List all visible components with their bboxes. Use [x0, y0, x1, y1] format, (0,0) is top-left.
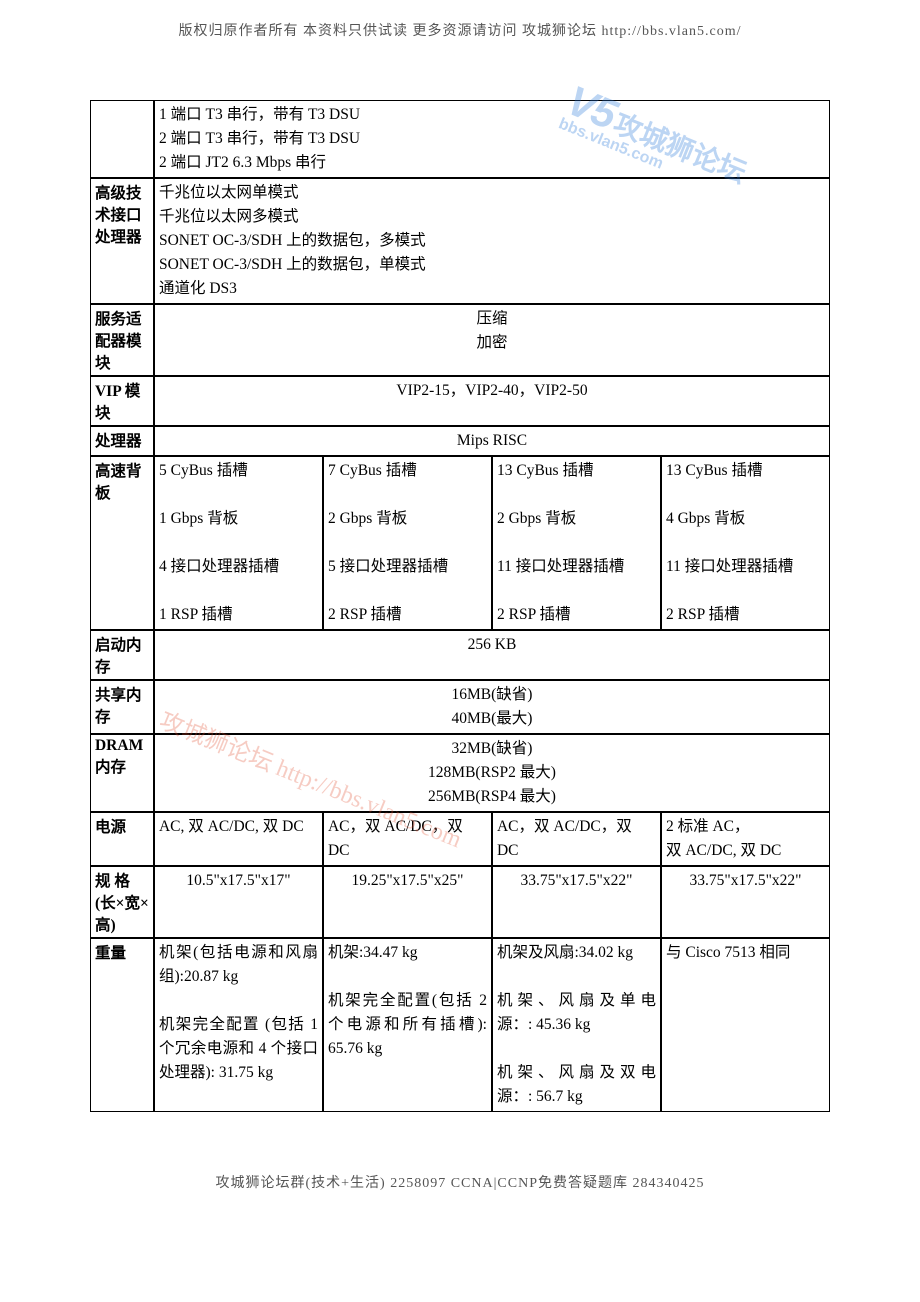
- spec-table: 1 端口 T3 串行，带有 T3 DSU 2 端口 T3 串行，带有 T3 DS…: [90, 100, 830, 1112]
- cell-dim-0: 10.5"x17.5"x17": [154, 866, 323, 938]
- row-label-backplane: 高速背板: [90, 456, 154, 630]
- table-row: 重量 机架(包括电源和风扇组):20.87 kg 机架完全配置 (包括 1 个冗…: [90, 938, 830, 1112]
- row-label-power: 电源: [90, 812, 154, 866]
- row-label-empty: [90, 100, 154, 178]
- row-label-shmem: 共享内存: [90, 680, 154, 734]
- row-label-cpu: 处理器: [90, 426, 154, 456]
- cell-cpu: Mips RISC: [154, 426, 830, 456]
- cell-shmem: 16MB(缺省) 40MB(最大): [154, 680, 830, 734]
- table-row: 1 端口 T3 串行，带有 T3 DSU 2 端口 T3 串行，带有 T3 DS…: [90, 100, 830, 178]
- cell-power-0: AC, 双 AC/DC, 双 DC: [154, 812, 323, 866]
- table-row: 启动内存 256 KB: [90, 630, 830, 680]
- cell-weight-1: 机架:34.47 kg 机架完全配置(包括 2 个电源和所有插槽): 65.76…: [323, 938, 492, 1112]
- cell-advintf: 千兆位以太网单模式 千兆位以太网多模式 SONET OC-3/SDH 上的数据包…: [154, 178, 830, 304]
- cell-power-1: AC，双 AC/DC，双 DC: [323, 812, 492, 866]
- cell-dram: 32MB(缺省) 128MB(RSP2 最大) 256MB(RSP4 最大): [154, 734, 830, 812]
- cell-backplane-2: 13 CyBus 插槽 2 Gbps 背板 11 接口处理器插槽 2 RSP 插…: [492, 456, 661, 630]
- cell-backplane-1: 7 CyBus 插槽 2 Gbps 背板 5 接口处理器插槽 2 RSP 插槽: [323, 456, 492, 630]
- table-row: 高速背板 5 CyBus 插槽 1 Gbps 背板 4 接口处理器插槽 1 RS…: [90, 456, 830, 630]
- row-label-bootmem: 启动内存: [90, 630, 154, 680]
- table-row: DRAM内存 32MB(缺省) 128MB(RSP2 最大) 256MB(RSP…: [90, 734, 830, 812]
- cell-backplane-0: 5 CyBus 插槽 1 Gbps 背板 4 接口处理器插槽 1 RSP 插槽: [154, 456, 323, 630]
- cell-dim-1: 19.25"x17.5"x25": [323, 866, 492, 938]
- cell-dim-2: 33.75"x17.5"x22": [492, 866, 661, 938]
- table-row: 共享内存 16MB(缺省) 40MB(最大): [90, 680, 830, 734]
- row-label-dim: 规 格(长×宽×高): [90, 866, 154, 938]
- cell-weight-0: 机架(包括电源和风扇组):20.87 kg 机架完全配置 (包括 1 个冗余电源…: [154, 938, 323, 1112]
- cell-svcmod: 压缩 加密: [154, 304, 830, 376]
- row-label-dram: DRAM内存: [90, 734, 154, 812]
- table-row: 处理器 Mips RISC: [90, 426, 830, 456]
- cell-weight-3: 与 Cisco 7513 相同: [661, 938, 830, 1112]
- cell-power-3: 2 标准 AC， 双 AC/DC, 双 DC: [661, 812, 830, 866]
- cell-vip: VIP2-15，VIP2-40，VIP2-50: [154, 376, 830, 426]
- table-row: 服务适配器模块 压缩 加密: [90, 304, 830, 376]
- row-label-vip: VIP 模块: [90, 376, 154, 426]
- row-label-svcmod: 服务适配器模块: [90, 304, 154, 376]
- cell-power-2: AC，双 AC/DC，双 DC: [492, 812, 661, 866]
- page-footer: 攻城狮论坛群(技术+生活) 2258097 CCNA|CCNP免费答疑题库 28…: [0, 1172, 920, 1192]
- table-row: VIP 模块 VIP2-15，VIP2-40，VIP2-50: [90, 376, 830, 426]
- cell-bootmem: 256 KB: [154, 630, 830, 680]
- cell-weight-2: 机架及风扇:34.02 kg 机架、风扇及单电源：: 45.36 kg 机架、风…: [492, 938, 661, 1112]
- cell-backplane-3: 13 CyBus 插槽 4 Gbps 背板 11 接口处理器插槽 2 RSP 插…: [661, 456, 830, 630]
- row-label-advintf: 高级技术接口处理器: [90, 178, 154, 304]
- table-row: 高级技术接口处理器 千兆位以太网单模式 千兆位以太网多模式 SONET OC-3…: [90, 178, 830, 304]
- table-row: 规 格(长×宽×高) 10.5"x17.5"x17" 19.25"x17.5"x…: [90, 866, 830, 938]
- row-label-weight: 重量: [90, 938, 154, 1112]
- cell-dim-3: 33.75"x17.5"x22": [661, 866, 830, 938]
- cell-ports: 1 端口 T3 串行，带有 T3 DSU 2 端口 T3 串行，带有 T3 DS…: [154, 100, 830, 178]
- page-header: 版权归原作者所有 本资料只供试读 更多资源请访问 攻城狮论坛 http://bb…: [0, 20, 920, 40]
- table-row: 电源 AC, 双 AC/DC, 双 DC AC，双 AC/DC，双 DC AC，…: [90, 812, 830, 866]
